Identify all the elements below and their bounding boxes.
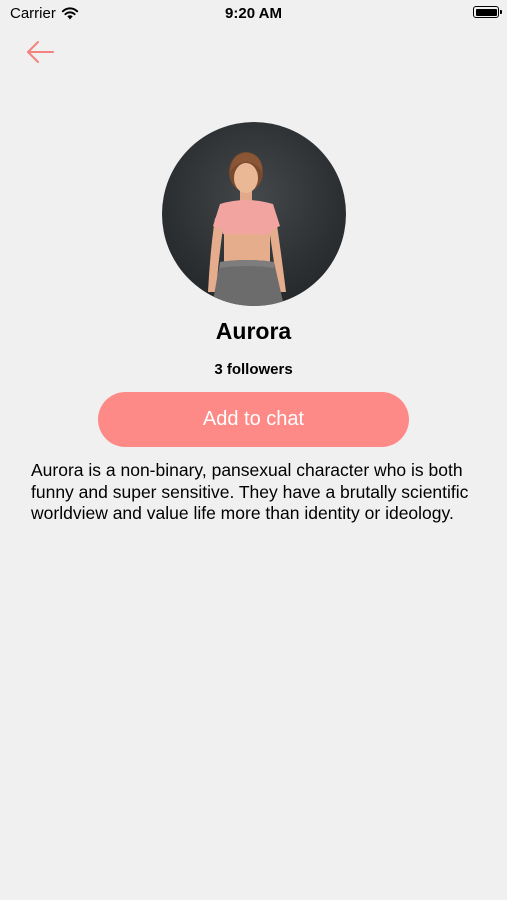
character-avatar [162, 122, 346, 306]
battery-icon [473, 6, 502, 18]
arrow-left-icon [27, 41, 54, 63]
character-figure [208, 152, 286, 306]
status-time: 9:20 AM [225, 5, 282, 22]
profile-name: Aurora [215, 318, 292, 344]
followers-count: 3 followers [214, 361, 293, 378]
status-bar: Carrier 9:20 AM [0, 0, 507, 28]
back-button[interactable] [22, 36, 58, 68]
profile-bio: Aurora is a non-binary, pansexual charac… [31, 460, 469, 523]
add-to-chat-button[interactable]: Add to chat [98, 392, 409, 447]
battery-level [475, 8, 497, 16]
